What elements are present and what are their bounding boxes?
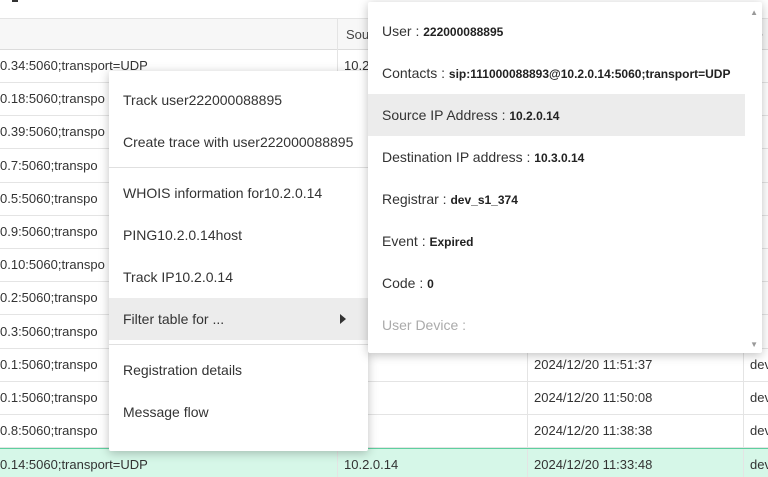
scroll-down-icon[interactable]: ▼	[750, 340, 758, 349]
table-cell-contact: 0.14:5060;transport=UDP	[0, 457, 148, 473]
filter-event-value: Expired	[429, 235, 474, 249]
filter-item-user[interactable]: User : 222000088895	[368, 10, 745, 52]
menu-item-ping[interactable]: PING10.2.0.14host	[109, 214, 368, 256]
filter-item-source-ip[interactable]: Source IP Address : 10.2.0.14	[368, 94, 745, 136]
submenu-arrow-icon	[340, 314, 346, 324]
menu-item-message-flow[interactable]: Message flow	[109, 391, 368, 433]
table-cell-extra: dev	[743, 348, 768, 381]
table-cell-time: 2024/12/20 11:51:37	[527, 348, 743, 381]
table-cell-source: 10.2.0.14	[337, 449, 527, 477]
menu-item-registration-details[interactable]: Registration details	[109, 349, 368, 391]
menu-separator	[109, 167, 368, 168]
menu-item-filter-table-label: Filter table for ...	[123, 311, 225, 327]
filter-code-value: 0	[427, 277, 434, 291]
menu-item-track-ip[interactable]: Track IP10.2.0.14	[109, 256, 368, 298]
menu-separator	[109, 344, 368, 345]
table-cell-time: 2024/12/20 11:50:08	[527, 382, 743, 414]
menu-item-whois[interactable]: WHOIS information for10.2.0.14	[109, 172, 368, 214]
table-cell-extra: dev	[743, 415, 768, 448]
filter-submenu: User : 222000088895 Contacts : sip:11100…	[368, 2, 762, 353]
menu-item-track-user[interactable]: Track user222000088895	[109, 79, 368, 121]
menu-item-filter-table[interactable]: Filter table for ...	[109, 298, 368, 340]
scroll-up-icon[interactable]: ▲	[750, 8, 758, 17]
filter-item-contacts[interactable]: Contacts : sip:111000088893@10.2.0.14:50…	[368, 52, 745, 94]
filter-item-registrar[interactable]: Registrar : dev_s1_374	[368, 178, 745, 220]
table-cell-extra: dev	[743, 449, 768, 477]
menu-item-create-trace[interactable]: Create trace with user222000088895	[109, 121, 368, 163]
filter-source-ip-value: 10.2.0.14	[509, 109, 560, 123]
toolbar-dash	[12, 0, 18, 2]
filter-registrar-value: dev_s1_374	[450, 193, 518, 207]
filter-item-destination-ip[interactable]: Destination IP address : 10.3.0.14	[368, 136, 745, 178]
filter-user-value: 222000088895	[423, 25, 504, 39]
filter-item-user-device: User Device :	[382, 317, 467, 333]
table-cell-time: 2024/12/20 11:33:48	[527, 449, 743, 477]
context-menu: Track user222000088895 Create trace with…	[109, 71, 368, 451]
table-cell-extra: dev	[743, 382, 768, 414]
filter-destination-ip-value: 10.3.0.14	[534, 151, 585, 165]
filter-item-code[interactable]: Code : 0	[368, 262, 745, 304]
table-cell-time: 2024/12/20 11:38:38	[527, 415, 743, 448]
filter-item-event[interactable]: Event : Expired	[368, 220, 745, 262]
filter-contacts-value: sip:111000088893@10.2.0.14:5060;transpor…	[448, 67, 731, 81]
table-row[interactable]: 0.14:5060;transport=UDP 10.2.0.14 2024/12/…	[0, 448, 768, 477]
